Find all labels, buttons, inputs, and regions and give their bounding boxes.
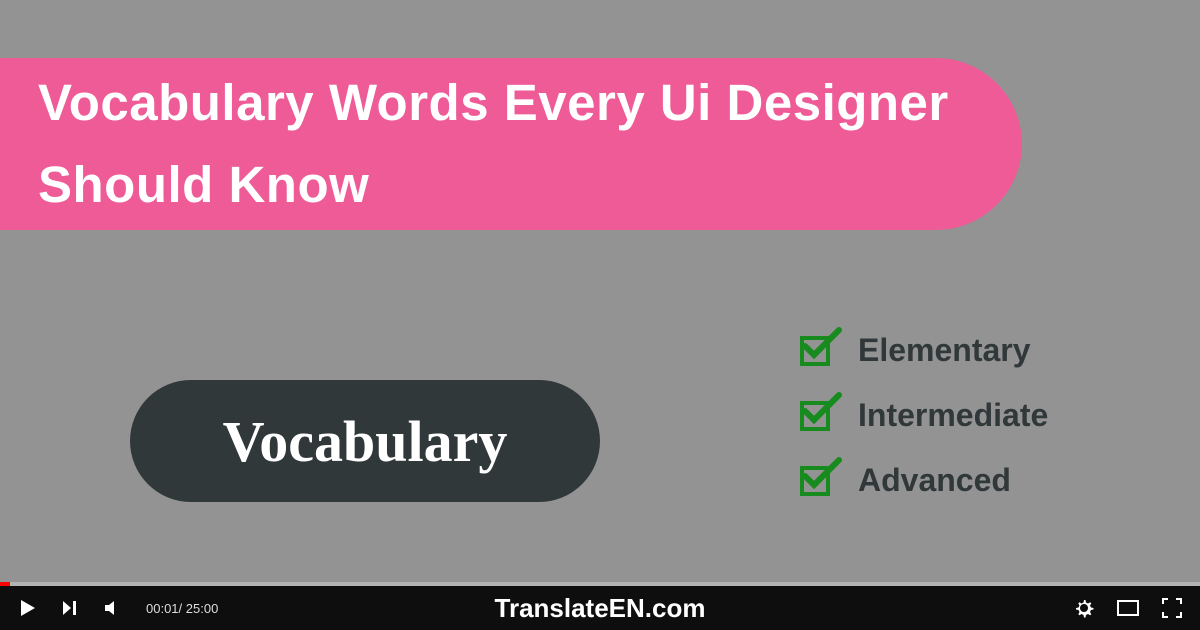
gear-icon bbox=[1074, 598, 1094, 618]
vocabulary-label: Vocabulary bbox=[223, 408, 508, 475]
checkbox-icon bbox=[800, 466, 830, 496]
volume-icon bbox=[103, 599, 121, 617]
fullscreen-button[interactable] bbox=[1160, 596, 1184, 620]
right-controls bbox=[1052, 596, 1184, 620]
fullscreen-icon bbox=[1162, 598, 1182, 618]
play-button[interactable] bbox=[16, 596, 40, 620]
vocabulary-pill: Vocabulary bbox=[130, 380, 600, 502]
checkbox-icon bbox=[800, 336, 830, 366]
play-icon bbox=[19, 599, 37, 617]
theater-icon bbox=[1117, 600, 1139, 616]
checkmark-icon bbox=[802, 326, 842, 362]
level-item-elementary: Elementary bbox=[800, 332, 1048, 369]
video-controls: 00:01/ 25:00 TranslateEN.com bbox=[0, 586, 1200, 630]
checkmark-icon bbox=[802, 391, 842, 427]
level-item-intermediate: Intermediate bbox=[800, 397, 1048, 434]
settings-button[interactable] bbox=[1072, 596, 1096, 620]
brand-label: TranslateEN.com bbox=[495, 593, 706, 624]
title-banner: Vocabulary Words Every Ui Designer Shoul… bbox=[0, 58, 1022, 230]
total-time: 25:00 bbox=[186, 601, 219, 616]
level-item-advanced: Advanced bbox=[800, 462, 1048, 499]
checkmark-icon bbox=[802, 456, 842, 492]
next-button[interactable] bbox=[58, 596, 82, 620]
level-label: Elementary bbox=[858, 332, 1031, 369]
level-label: Advanced bbox=[858, 462, 1011, 499]
current-time: 00:01 bbox=[146, 601, 179, 616]
page-title: Vocabulary Words Every Ui Designer Shoul… bbox=[38, 62, 1022, 225]
level-label: Intermediate bbox=[858, 397, 1048, 434]
volume-button[interactable] bbox=[100, 596, 124, 620]
checkbox-icon bbox=[800, 401, 830, 431]
time-display: 00:01/ 25:00 bbox=[146, 601, 218, 616]
theater-button[interactable] bbox=[1116, 596, 1140, 620]
next-icon bbox=[61, 599, 79, 617]
levels-list: Elementary Intermediate Advanced bbox=[800, 332, 1048, 527]
